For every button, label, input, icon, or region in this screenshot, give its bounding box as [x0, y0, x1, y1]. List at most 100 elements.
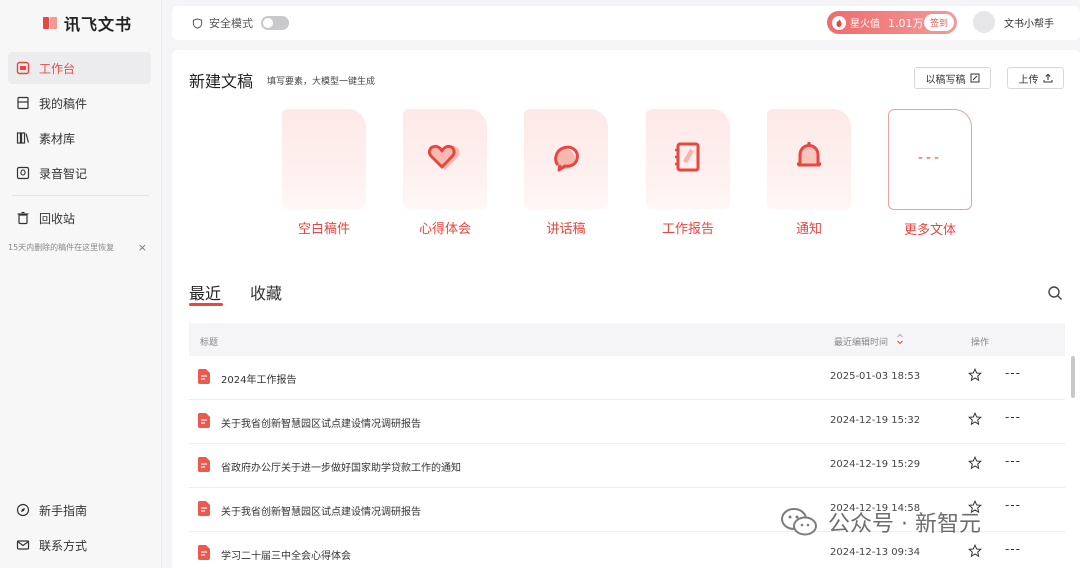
row-time: 2024-12-13 09:34: [830, 547, 921, 558]
star-icon[interactable]: [968, 544, 982, 558]
template-card-blank[interactable]: [282, 109, 366, 209]
spark-value: 1.01万: [888, 16, 924, 30]
user-name: 文书小帮手: [1004, 18, 1054, 30]
sidebar-item-contact[interactable]: 联系方式: [8, 529, 152, 561]
star-icon[interactable]: [968, 368, 982, 382]
template-card-more[interactable]: ---: [888, 109, 972, 210]
document-icon: [198, 413, 210, 428]
row-time: 2024-12-19 15:32: [830, 415, 921, 426]
scrollbar[interactable]: [1071, 356, 1075, 398]
upload-label: 上传: [1018, 74, 1039, 86]
header-ops: 操作: [971, 338, 990, 348]
sidebar-bottom: 新手指南 联系方式: [0, 494, 162, 564]
upload-icon: [1043, 73, 1053, 83]
watermark-text: 公众号 · 新智元: [828, 512, 981, 537]
table-row[interactable]: 省政府办公厅关于进一步做好国家助学贷款工作的通知 2024-12-19 15:2…: [189, 444, 1065, 488]
more-options-icon[interactable]: ---: [1005, 454, 1021, 468]
header-time[interactable]: 最近编辑时间: [834, 335, 888, 348]
tab-recent[interactable]: 最近: [189, 280, 221, 304]
row-time: 2025-01-03 18:53: [830, 371, 921, 382]
write-by-draft-button[interactable]: 以稿写稿: [914, 67, 991, 89]
template-card-report[interactable]: [646, 109, 730, 209]
more-options-icon[interactable]: ---: [1005, 410, 1021, 424]
template-label-reflection[interactable]: 心得体会: [403, 218, 487, 237]
template-card-speech[interactable]: [524, 109, 608, 209]
row-title: 关于我省创新智慧园区试点建设情况调研报告: [221, 507, 421, 518]
heart-icon: [427, 144, 460, 170]
workspace-icon: [16, 61, 30, 75]
more-options-icon[interactable]: ---: [1005, 498, 1021, 512]
table-row[interactable]: 2024年工作报告 2025-01-03 18:53 ---: [189, 356, 1065, 400]
sidebar-item-recording[interactable]: 录音智记: [8, 157, 151, 189]
recycle-tip-text: 15天内删除的稿件在这里恢复: [8, 242, 115, 252]
dots-icon: ---: [917, 150, 943, 166]
safe-mode: 安全模式: [190, 15, 289, 31]
template-label-more[interactable]: 更多文体: [888, 219, 972, 238]
new-doc-subtitle: 填写要素，大模型一键生成: [267, 77, 376, 87]
sidebar-item-label: 我的稿件: [39, 96, 88, 111]
recording-icon: [16, 166, 30, 180]
table-header: 标题 最近编辑时间 操作: [189, 323, 1065, 356]
sidebar-item-guide[interactable]: 新手指南: [8, 494, 152, 526]
star-icon[interactable]: [968, 412, 982, 426]
checkin-button[interactable]: 签到: [923, 14, 954, 31]
tab-underline: [189, 303, 223, 306]
sidebar-item-label: 素材库: [39, 131, 76, 146]
safe-mode-label: 安全模式: [209, 17, 253, 30]
sidebar-item-workspace[interactable]: 工作台: [8, 52, 151, 84]
sidebar-item-recycle[interactable]: 回收站: [8, 202, 151, 234]
sidebar-item-label: 联系方式: [39, 538, 88, 553]
sidebar: 讯飞文书 工作台 我的稿件 素材库 录音智记 回收站 15天内删除的稿件在这里恢…: [0, 0, 162, 568]
row-title: 关于我省创新智慧园区试点建设情况调研报告: [221, 419, 421, 430]
header-title: 标题: [200, 338, 219, 348]
new-doc-title: 新建文稿: [189, 72, 254, 91]
table-row[interactable]: 关于我省创新智慧园区试点建设情况调研报告 2024-12-19 15:32 --…: [189, 400, 1065, 444]
sort-icon[interactable]: [896, 332, 904, 346]
tab-favorites[interactable]: 收藏: [250, 280, 282, 304]
template-label-notice[interactable]: 通知: [767, 218, 851, 237]
sidebar-item-label: 录音智记: [39, 166, 88, 181]
sidebar-item-drafts[interactable]: 我的稿件: [8, 87, 151, 119]
bell-icon: [797, 142, 821, 167]
spark-points[interactable]: 星火值 1.01万 签到: [827, 11, 957, 34]
watermark: 公众号 · 新智元: [780, 506, 981, 538]
safe-mode-toggle[interactable]: [261, 16, 289, 30]
star-icon[interactable]: [968, 456, 982, 470]
spark-label: 星火值: [850, 19, 880, 30]
document-icon: [198, 369, 210, 384]
shield-icon: [190, 16, 204, 30]
library-icon: [16, 131, 30, 145]
wechat-icon: [781, 508, 817, 536]
sidebar-item-label: 工作台: [39, 61, 76, 76]
sidebar-item-label: 新手指南: [39, 503, 88, 518]
app-logo[interactable]: 讯飞文书: [0, 0, 161, 46]
drafts-icon: [16, 96, 30, 110]
sidebar-divider: [12, 195, 149, 196]
trash-icon: [16, 211, 30, 225]
mail-icon: [16, 538, 30, 552]
recycle-tip: 15天内删除的稿件在这里恢复 ×: [0, 238, 161, 256]
upload-button[interactable]: 上传: [1007, 67, 1064, 89]
row-title: 学习二十届三中全会心得体会: [221, 551, 351, 562]
template-label-speech[interactable]: 讲话稿: [524, 218, 608, 237]
row-time: 2024-12-19 15:29: [830, 459, 921, 470]
blank-doc-icon: [304, 137, 344, 177]
notebook-icon: [675, 142, 700, 172]
sidebar-item-library[interactable]: 素材库: [8, 122, 151, 154]
document-icon: [198, 457, 210, 472]
edit-icon: [970, 73, 980, 83]
template-label-report[interactable]: 工作报告: [646, 218, 730, 237]
template-label-blank[interactable]: 空白稿件: [282, 218, 366, 237]
template-card-reflection[interactable]: [403, 109, 487, 209]
search-icon[interactable]: [1047, 285, 1063, 301]
document-icon: [198, 545, 210, 560]
user-menu[interactable]: 文书小帮手: [973, 11, 1054, 33]
top-bar: 安全模式 星火值 1.01万 签到 文书小帮手: [172, 6, 1080, 40]
row-title: 省政府办公厅关于进一步做好国家助学贷款工作的通知: [221, 463, 461, 474]
more-options-icon[interactable]: ---: [1005, 542, 1021, 556]
more-options-icon[interactable]: ---: [1005, 366, 1021, 380]
write-by-draft-label: 以稿写稿: [925, 74, 966, 86]
template-card-notice[interactable]: [767, 109, 851, 209]
speech-bubble-icon: [554, 145, 579, 172]
close-icon[interactable]: ×: [138, 241, 147, 254]
